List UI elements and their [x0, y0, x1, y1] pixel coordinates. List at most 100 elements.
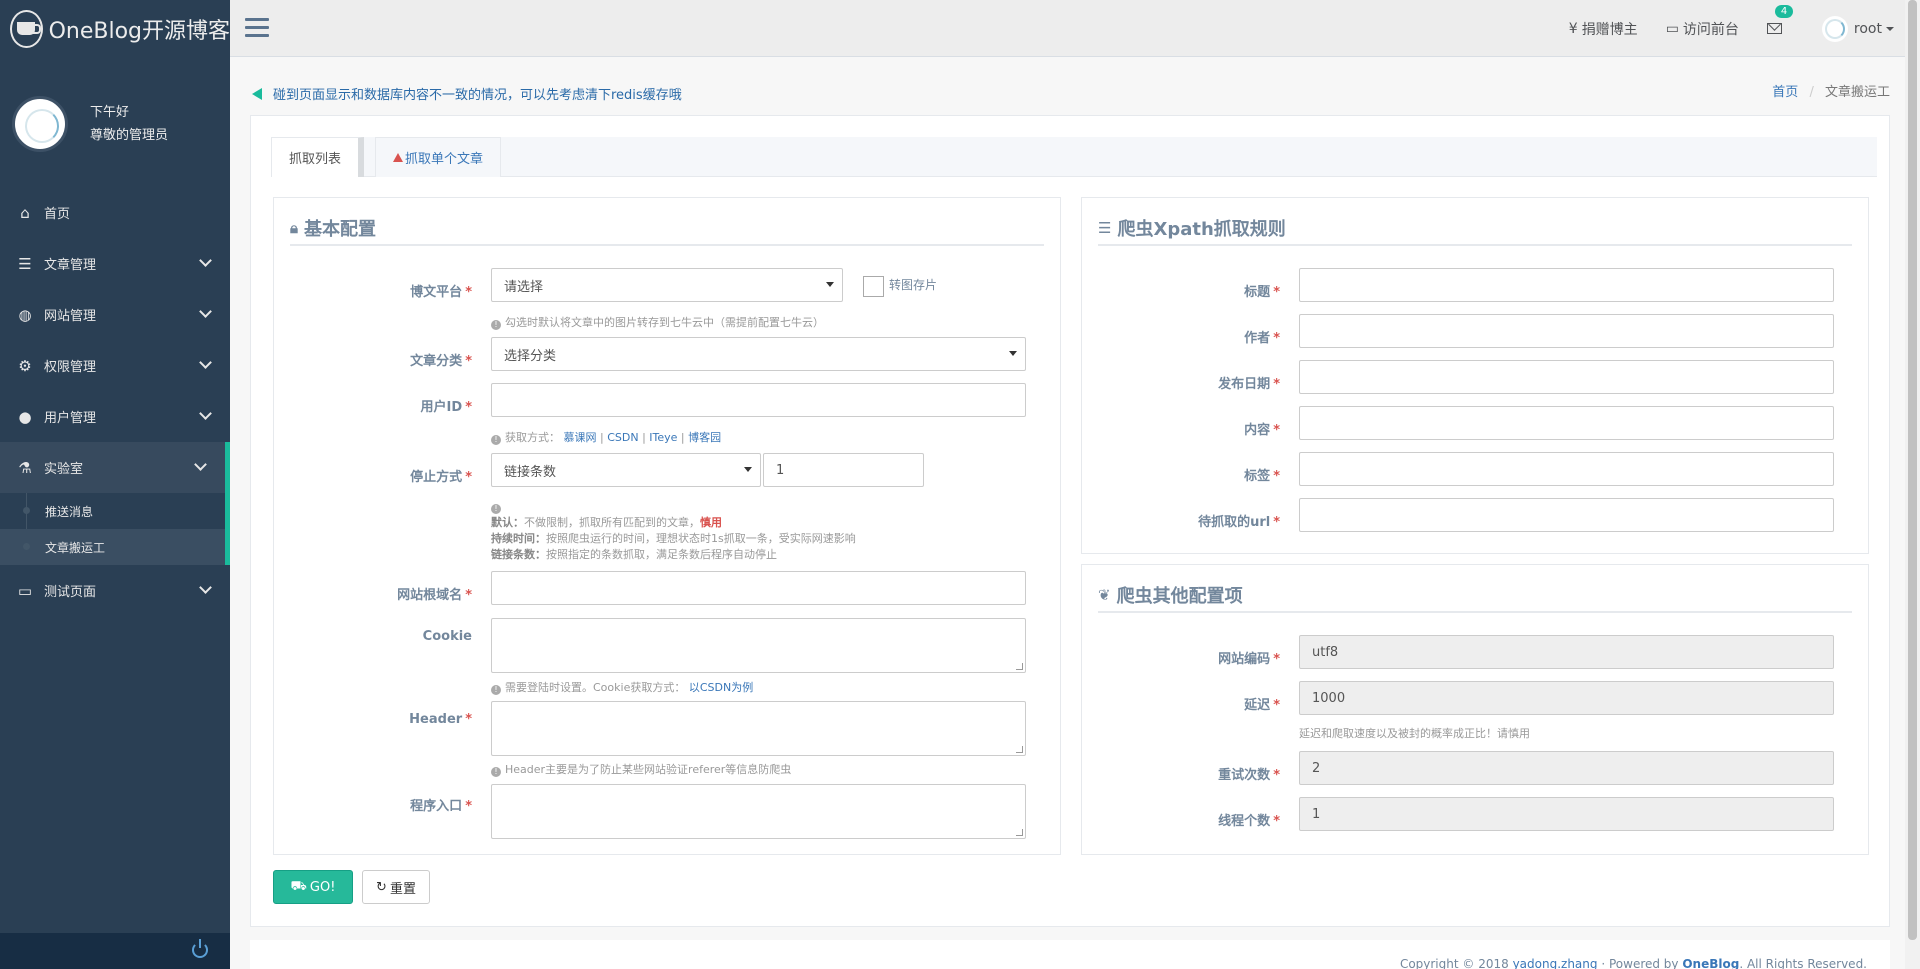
mail-link[interactable]: 4: [1766, 5, 1794, 34]
breadcrumb-current: 文章搬运工: [1824, 85, 1890, 100]
sidebar-item-label: 测试页面: [44, 585, 97, 600]
sidebar-item-test[interactable]: ▭ 测试页面: [0, 565, 230, 616]
sidebar-subitem-label: 推送消息: [45, 504, 94, 519]
home-icon: ⌂: [20, 203, 30, 222]
threads-value: 1: [1312, 806, 1321, 822]
footer: Copyright © 2018 yadong.zhang · Powered …: [250, 940, 1890, 969]
delay-input[interactable]: 1000: [1299, 681, 1834, 715]
xpath-date-input[interactable]: [1299, 360, 1834, 394]
sidebar-item-permissions[interactable]: ⚙ 权限管理: [0, 340, 230, 391]
domain-label: 网站根域名 *: [397, 588, 472, 603]
go-button[interactable]: ⛟ GO!: [273, 870, 353, 904]
footer-brand-link[interactable]: OneBlog: [1682, 957, 1739, 969]
tab-fetch-list[interactable]: 抓取列表: [271, 137, 365, 177]
refresh-icon: ↻: [376, 879, 387, 895]
user-menu[interactable]: root: [1821, 15, 1894, 42]
encoding-value: utf8: [1312, 644, 1339, 660]
donate-link[interactable]: ¥ 捐赠博主: [1569, 19, 1638, 39]
category-select[interactable]: 选择分类: [491, 337, 1026, 371]
warning-icon: [393, 153, 403, 162]
xpath-content-input[interactable]: [1299, 406, 1834, 440]
xpath-author-input[interactable]: [1299, 314, 1834, 348]
other-config-title: ❦ 爬虫其他配置项: [1098, 579, 1852, 613]
sidebar-item-home[interactable]: ⌂ 首页: [0, 187, 230, 238]
tab-label: 抓取单个文章: [405, 152, 484, 167]
profile: 下午好 尊敬的管理员: [0, 74, 230, 174]
top-navbar: ¥ 捐赠博主 ▭ 访问前台 4 root: [230, 0, 1920, 57]
page-scrollbar[interactable]: [1905, 0, 1920, 969]
xpath-title-label: 标题 *: [1244, 285, 1280, 300]
menu-toggle-icon[interactable]: [245, 18, 269, 38]
list-icon: ☰: [18, 254, 32, 273]
retry-label: 重试次数 *: [1218, 768, 1280, 783]
brand[interactable]: OneBlog开源博客: [0, 0, 230, 57]
server-icon: ☰: [1098, 219, 1112, 237]
convert-image-checkbox[interactable]: [863, 276, 884, 297]
footer-author-link[interactable]: yadong.zhang: [1513, 957, 1598, 969]
sidebar-item-site[interactable]: ◍ 网站管理: [0, 289, 230, 340]
lock-icon: 🔒︎: [290, 219, 298, 237]
flask-icon: ⚗: [18, 458, 32, 477]
delay-value: 1000: [1312, 690, 1346, 706]
basic-config-title: 🔒︎ 基本配置: [290, 212, 1044, 246]
help-link-imooc[interactable]: 慕课网: [564, 431, 597, 444]
xpath-tags-input[interactable]: [1299, 452, 1834, 486]
breadcrumb-home[interactable]: 首页: [1772, 85, 1798, 100]
stop-count-input[interactable]: 1: [763, 453, 924, 487]
help-link-cnblogs[interactable]: 博客园: [688, 431, 721, 444]
retry-input[interactable]: 2: [1299, 751, 1834, 785]
stop-mode-value: 链接条数: [504, 464, 557, 480]
tab-fetch-single[interactable]: 抓取单个文章: [375, 137, 502, 177]
stop-mode-select[interactable]: 链接条数: [491, 453, 761, 487]
help-link-iteye[interactable]: ITeye: [649, 431, 677, 444]
power-icon[interactable]: [192, 939, 208, 958]
chevron-down-icon: [199, 356, 212, 369]
xpath-url-input[interactable]: [1299, 498, 1834, 532]
envelope-icon: [1766, 23, 1782, 34]
platform-select-value: 请选择: [504, 279, 544, 295]
header-help: ! Header主要是为了防止某些网站验证referer等信息防爬虫: [491, 761, 791, 777]
cookie-help-link[interactable]: 以CSDN为例: [689, 681, 753, 694]
entry-textarea[interactable]: [491, 784, 1026, 839]
sidebar-item-label: 首页: [44, 207, 71, 222]
go-button-label: GO!: [309, 879, 336, 895]
sidebar-item-lab[interactable]: ⚗ 实验室: [0, 442, 230, 493]
threads-input[interactable]: 1: [1299, 797, 1834, 831]
sidebar-footer: [0, 933, 230, 969]
chevron-down-icon: [199, 305, 212, 318]
desktop-icon: ▭: [1665, 20, 1679, 37]
reset-button[interactable]: ↻ 重置: [362, 870, 430, 904]
cookie-textarea[interactable]: [491, 618, 1026, 673]
cogs-icon: ⚙: [18, 356, 32, 375]
platform-help: ! 勾选时默认将文章中的图片转存到七牛云中（需提前配置七牛云）: [491, 314, 824, 330]
brand-title: OneBlog开源博客: [48, 18, 230, 44]
encoding-input[interactable]: utf8: [1299, 635, 1834, 669]
user-name: root: [1853, 20, 1882, 37]
header-textarea[interactable]: [491, 701, 1026, 756]
cookie-label: Cookie: [422, 629, 472, 644]
frontend-link[interactable]: ▭ 访问前台: [1666, 19, 1739, 39]
help-link-csdn[interactable]: CSDN: [607, 431, 638, 444]
platform-select[interactable]: 请选择: [491, 268, 843, 302]
sidebar-item-users[interactable]: ● 用户管理: [0, 391, 230, 442]
cookie-help: ! 需要登陆时设置。Cookie获取方式： 以CSDN为例: [491, 679, 753, 695]
sidebar-subitem-porter[interactable]: 文章搬运工: [0, 529, 225, 565]
sidebar-item-label: 网站管理: [44, 309, 97, 324]
threads-label: 线程个数 *: [1218, 814, 1280, 829]
chevron-down-icon: [199, 407, 212, 420]
userid-label: 用户ID *: [420, 400, 472, 415]
xpath-author-label: 作者 *: [1244, 331, 1280, 346]
userid-input[interactable]: [491, 383, 1026, 417]
profile-greeting: 下午好: [90, 105, 130, 120]
xpath-title-input[interactable]: [1299, 268, 1834, 302]
truck-icon: ⛟: [290, 878, 307, 894]
platform-label: 博文平台 *: [410, 285, 472, 300]
entry-label: 程序入口 *: [410, 799, 472, 814]
category-select-value: 选择分类: [504, 348, 557, 364]
sidebar-item-articles[interactable]: ☰ 文章管理: [0, 238, 230, 289]
sidebar-subitem-push[interactable]: 推送消息: [0, 493, 225, 529]
breadcrumb: 首页 / 文章搬运工: [1772, 85, 1890, 100]
domain-input[interactable]: [491, 571, 1026, 605]
other-config-box: ❦ 爬虫其他配置项 网站编码 * utf8 延迟 * 1000 延迟和爬取速度以及被…: [1081, 564, 1869, 855]
coffee-cup-icon: [10, 9, 43, 48]
